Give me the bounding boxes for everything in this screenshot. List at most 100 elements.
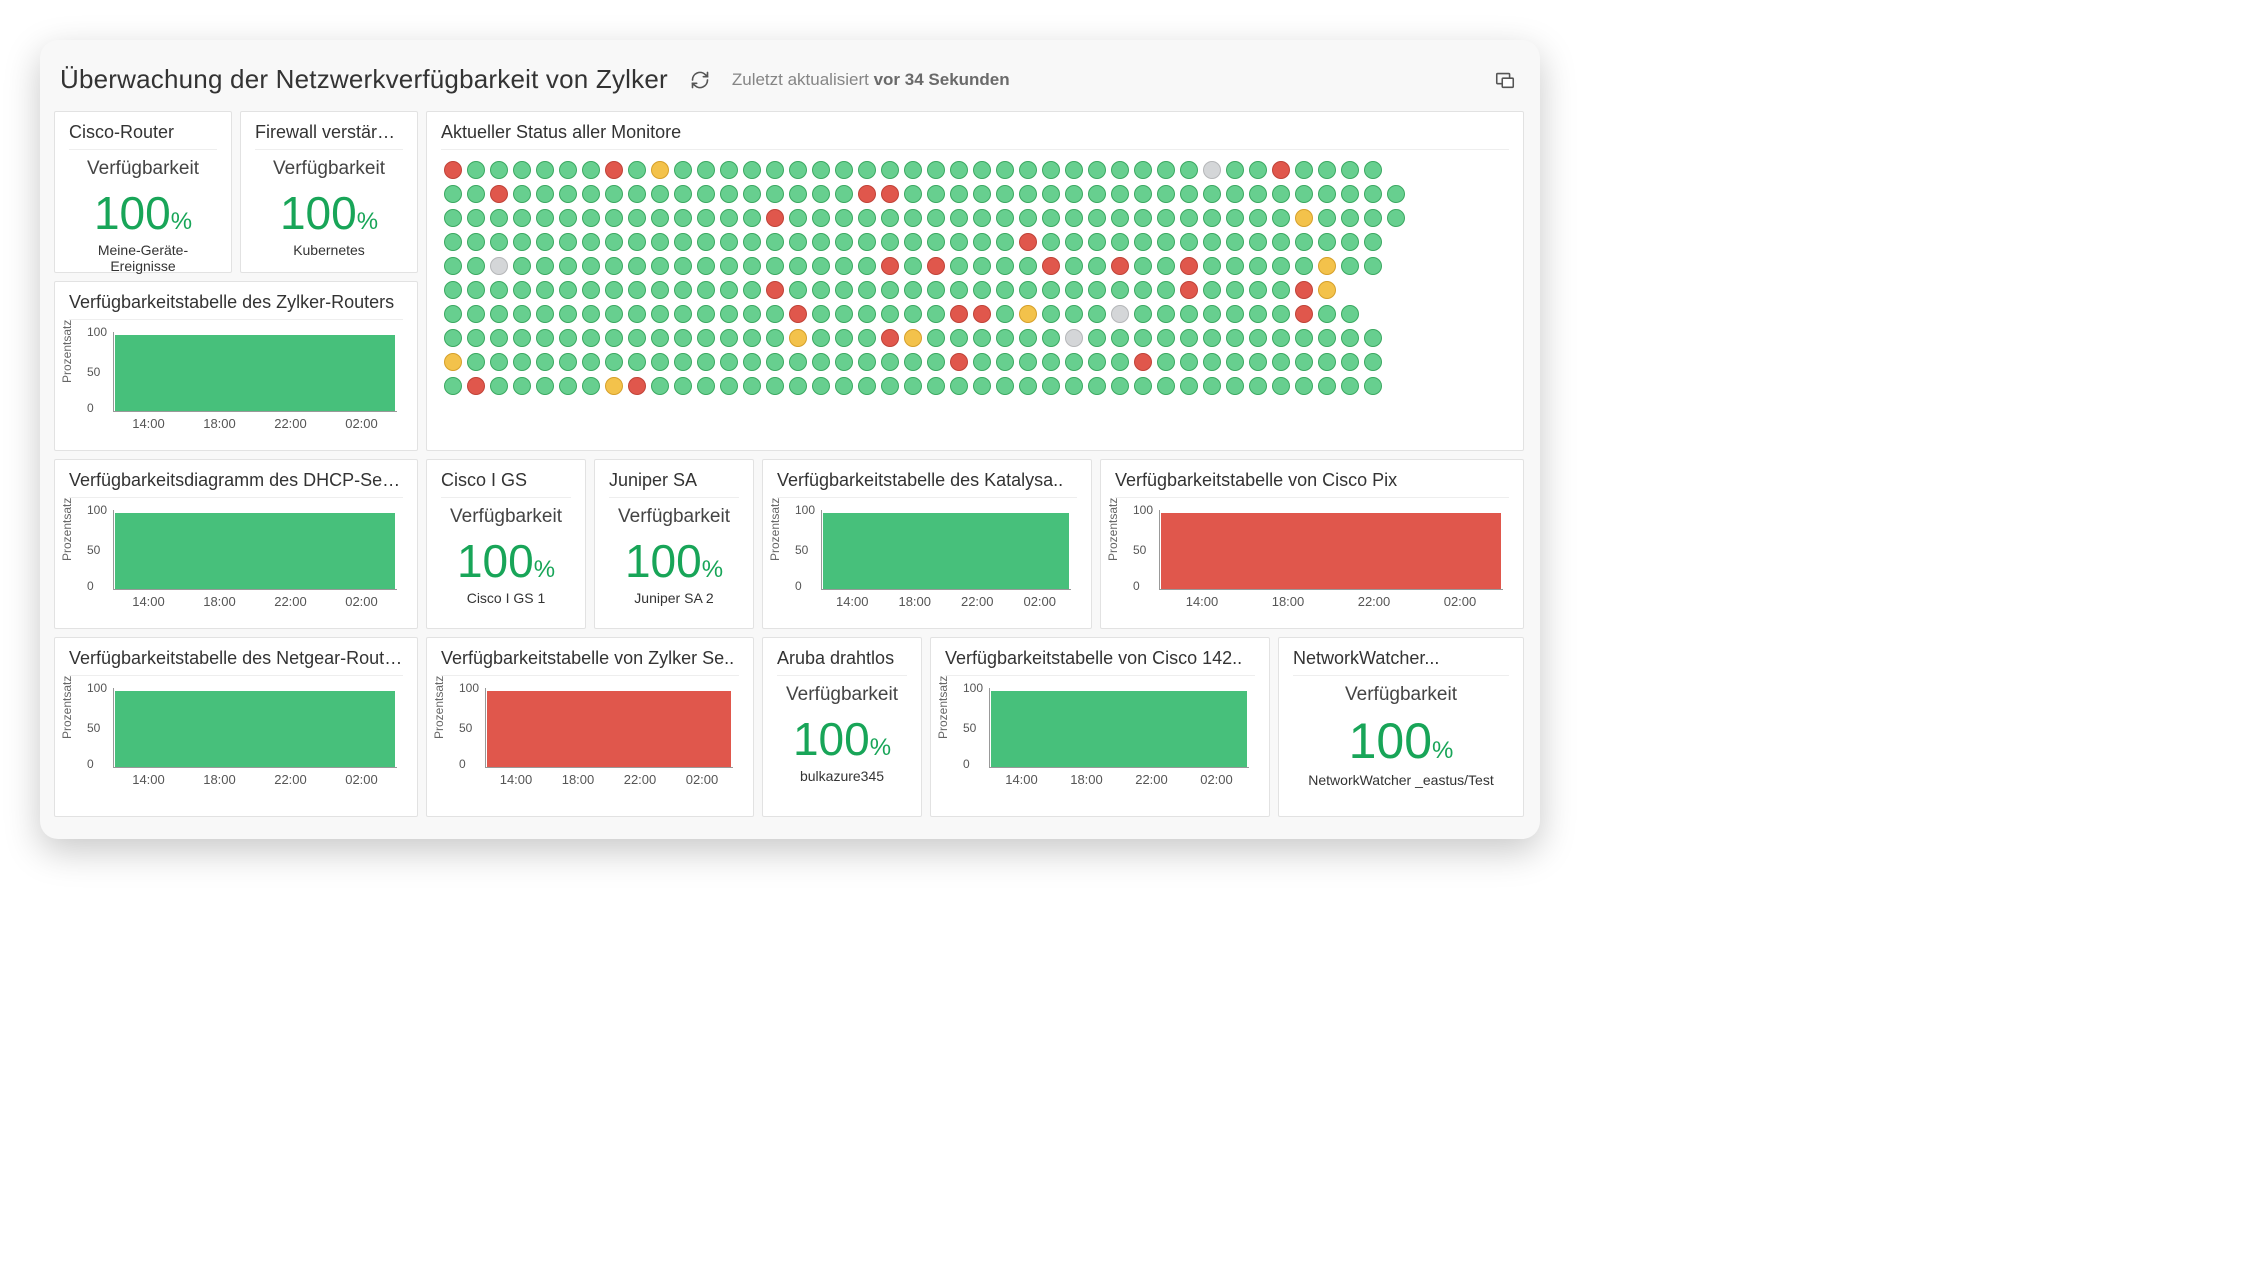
status-dot[interactable] (1134, 209, 1152, 227)
status-dot[interactable] (904, 209, 922, 227)
status-dot[interactable] (628, 353, 646, 371)
status-dot[interactable] (1318, 161, 1336, 179)
status-dot[interactable] (1019, 329, 1037, 347)
status-dot[interactable] (674, 353, 692, 371)
status-dot[interactable] (444, 233, 462, 251)
status-dot[interactable] (1341, 233, 1359, 251)
status-dot[interactable] (1134, 161, 1152, 179)
status-dot[interactable] (1180, 329, 1198, 347)
status-dot[interactable] (490, 353, 508, 371)
status-dot[interactable] (559, 353, 577, 371)
status-dot[interactable] (1249, 209, 1267, 227)
status-dot[interactable] (651, 161, 669, 179)
status-dot[interactable] (950, 161, 968, 179)
status-dot[interactable] (1019, 281, 1037, 299)
status-dot[interactable] (904, 305, 922, 323)
status-dot[interactable] (1065, 353, 1083, 371)
status-dot[interactable] (973, 257, 991, 275)
status-dot[interactable] (1272, 257, 1290, 275)
status-dot[interactable] (605, 257, 623, 275)
status-dot[interactable] (1272, 377, 1290, 395)
status-dot[interactable] (1341, 257, 1359, 275)
status-dot[interactable] (1042, 185, 1060, 203)
status-dot[interactable] (881, 353, 899, 371)
status-dot[interactable] (1295, 209, 1313, 227)
status-dot[interactable] (674, 161, 692, 179)
status-dot[interactable] (628, 281, 646, 299)
status-dot[interactable] (697, 209, 715, 227)
status-dot[interactable] (1226, 305, 1244, 323)
status-dot[interactable] (1318, 233, 1336, 251)
status-dot[interactable] (1318, 281, 1336, 299)
status-dot[interactable] (1180, 377, 1198, 395)
status-dot[interactable] (1088, 305, 1106, 323)
status-dot[interactable] (1203, 353, 1221, 371)
panel-juniper[interactable]: Juniper SA Verfügbarkeit 100% Juniper SA… (594, 459, 754, 629)
status-dot[interactable] (513, 161, 531, 179)
panel-cisco-gs[interactable]: Cisco I GS Verfügbarkeit 100% Cisco I GS… (426, 459, 586, 629)
status-dot[interactable] (789, 281, 807, 299)
status-dot[interactable] (1226, 233, 1244, 251)
panel-dhcp-chart[interactable]: Verfügbarkeitsdiagramm des DHCP-Serve.. … (54, 459, 418, 629)
status-dot[interactable] (467, 161, 485, 179)
status-dot[interactable] (927, 209, 945, 227)
status-dot[interactable] (1042, 209, 1060, 227)
status-dot[interactable] (1249, 353, 1267, 371)
status-dot[interactable] (789, 377, 807, 395)
status-dot[interactable] (1111, 305, 1129, 323)
status-dot[interactable] (628, 161, 646, 179)
status-dot[interactable] (536, 233, 554, 251)
status-dot[interactable] (651, 209, 669, 227)
status-dot[interactable] (674, 281, 692, 299)
status-dot[interactable] (582, 353, 600, 371)
status-dot[interactable] (605, 377, 623, 395)
status-dot[interactable] (1042, 353, 1060, 371)
status-dot[interactable] (1134, 185, 1152, 203)
status-dot[interactable] (1295, 185, 1313, 203)
status-dot[interactable] (950, 305, 968, 323)
status-dot[interactable] (444, 257, 462, 275)
panel-zylker-router-chart[interactable]: Verfügbarkeitstabelle des Zylker-Routers… (54, 281, 418, 451)
status-dot[interactable] (1065, 281, 1083, 299)
status-dot[interactable] (973, 329, 991, 347)
status-dot[interactable] (1226, 257, 1244, 275)
status-dot[interactable] (1318, 377, 1336, 395)
status-dot[interactable] (1065, 161, 1083, 179)
status-dot[interactable] (858, 257, 876, 275)
status-dot[interactable] (766, 257, 784, 275)
status-dot[interactable] (582, 161, 600, 179)
status-dot[interactable] (812, 329, 830, 347)
panel-cisco-142-chart[interactable]: Verfügbarkeitstabelle von Cisco 142.. Pr… (930, 637, 1270, 817)
panel-netgear-chart[interactable]: Verfügbarkeitstabelle des Netgear-Router… (54, 637, 418, 817)
status-dot[interactable] (881, 161, 899, 179)
status-dot[interactable] (904, 281, 922, 299)
status-dot[interactable] (789, 353, 807, 371)
status-dot[interactable] (1364, 353, 1382, 371)
status-dot[interactable] (559, 305, 577, 323)
status-dot[interactable] (720, 161, 738, 179)
status-dot[interactable] (1088, 233, 1106, 251)
status-dot[interactable] (996, 329, 1014, 347)
status-dot[interactable] (1042, 281, 1060, 299)
status-dot[interactable] (789, 257, 807, 275)
status-dot[interactable] (1019, 377, 1037, 395)
status-dot[interactable] (1295, 353, 1313, 371)
status-dot[interactable] (1180, 233, 1198, 251)
status-dot[interactable] (973, 209, 991, 227)
status-dot[interactable] (1111, 353, 1129, 371)
status-dot[interactable] (996, 353, 1014, 371)
status-dot[interactable] (973, 353, 991, 371)
status-dot[interactable] (1272, 185, 1290, 203)
status-dot[interactable] (1249, 185, 1267, 203)
status-dot[interactable] (1019, 209, 1037, 227)
status-dot[interactable] (628, 305, 646, 323)
status-dot[interactable] (651, 185, 669, 203)
status-dot[interactable] (444, 185, 462, 203)
status-dot[interactable] (950, 185, 968, 203)
status-dot[interactable] (1318, 257, 1336, 275)
status-dot[interactable] (996, 377, 1014, 395)
status-dot[interactable] (697, 353, 715, 371)
status-dot[interactable] (628, 257, 646, 275)
status-dot[interactable] (1111, 377, 1129, 395)
status-dot[interactable] (1180, 209, 1198, 227)
